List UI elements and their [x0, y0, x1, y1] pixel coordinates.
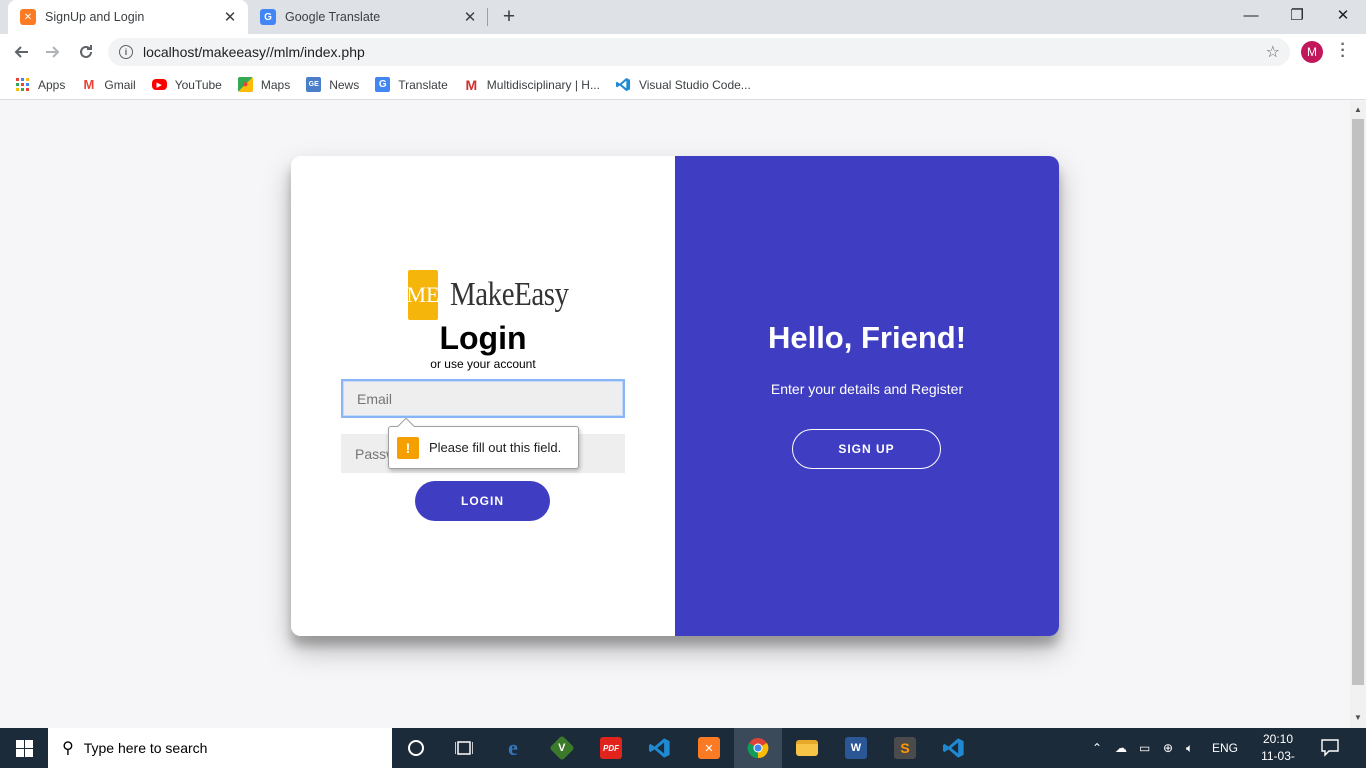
login-button[interactable]: LOGIN [415, 481, 550, 521]
close-tab-icon[interactable]: ✕ [462, 8, 478, 26]
clock-time: 20:10 [1262, 732, 1294, 746]
system-clock[interactable]: 20:10 11-03-2020 [1250, 731, 1306, 768]
bookmark-gmail[interactable]: M Gmail [81, 77, 135, 92]
windows-taskbar: ⚲ Type here to search e V PDF ✕ W S ⌃ ☁ … [0, 728, 1366, 768]
tab-title: Google Translate [285, 10, 381, 24]
apps-grid-icon [15, 77, 30, 92]
gmail-icon: M [83, 77, 95, 92]
bookmark-vscode[interactable]: Visual Studio Code... [615, 77, 751, 92]
scroll-up-arrow-icon[interactable]: ▲ [1354, 105, 1362, 114]
bookmark-maps[interactable]: ● Maps [237, 77, 291, 92]
tooltip-message: Please fill out this field. [429, 440, 562, 455]
scroll-down-arrow-icon[interactable]: ▼ [1354, 713, 1362, 722]
restore-button[interactable]: ❐ [1274, 0, 1320, 30]
logo-mark: ME [407, 270, 440, 320]
browser-toolbar: i localhost/makeeasy//mlm/index.php ☆ M … [0, 34, 1366, 70]
email-input[interactable]: Email [341, 379, 625, 418]
warning-icon: ! [397, 436, 419, 459]
scrollbar-thumb[interactable] [1352, 119, 1364, 685]
language-indicator[interactable]: ENG [1212, 728, 1238, 768]
close-tab-icon[interactable]: ✕ [222, 8, 238, 26]
signup-overlay-panel: Hello, Friend! Enter your details and Re… [675, 156, 1059, 636]
xampp-taskbar-icon[interactable]: ✕ [685, 728, 733, 768]
globe-icon[interactable]: ⊕ [1163, 728, 1173, 768]
close-window-button[interactable]: ✕ [1320, 0, 1366, 30]
search-placeholder: Type here to search [83, 740, 208, 756]
vertical-scrollbar[interactable]: ▲ ▼ [1350, 101, 1366, 728]
bookmark-apps[interactable]: Apps [15, 77, 65, 92]
volume-icon[interactable]: 🔈︎ [1186, 728, 1193, 768]
menu-kebab-icon[interactable]: · · · [1336, 37, 1350, 65]
back-arrow-icon[interactable] [9, 40, 33, 64]
word-icon[interactable]: W [832, 728, 880, 768]
tab-title: SignUp and Login [45, 10, 145, 24]
pdf-icon[interactable]: PDF [587, 728, 635, 768]
bookmark-translate[interactable]: G Translate [375, 77, 448, 92]
info-icon[interactable]: i [119, 45, 133, 59]
search-icon: ⚲ [62, 740, 74, 757]
news-icon: GE [306, 77, 322, 92]
google-translate-icon: G [260, 9, 276, 25]
address-bar[interactable]: i localhost/makeeasy//mlm/index.php ☆ [108, 38, 1290, 66]
bookmark-youtube[interactable]: ▶ YouTube [151, 77, 222, 92]
tray-chevron-icon[interactable]: ⌃ [1092, 728, 1102, 768]
bookmark-label: Apps [38, 77, 66, 92]
youtube-icon: ▶ [151, 79, 167, 90]
bookmarks-bar: Apps M Gmail ▶ YouTube ● Maps GE News G … [0, 70, 1366, 100]
bookmark-label: YouTube [174, 77, 222, 92]
tab-separator [487, 8, 488, 26]
battery-icon[interactable]: ▭ [1139, 728, 1150, 768]
taskbar-search-box[interactable]: ⚲ Type here to search [48, 728, 392, 768]
bookmark-label: Translate [398, 77, 448, 92]
vim-icon[interactable]: V [538, 728, 586, 768]
bookmark-label: Gmail [104, 77, 136, 92]
tab-strip: ✕ SignUp and Login ✕ G Google Translate … [0, 0, 1366, 34]
translate-icon: G [375, 77, 391, 92]
reload-icon[interactable] [74, 40, 98, 64]
start-button[interactable] [0, 728, 48, 768]
profile-avatar[interactable]: M [1301, 41, 1323, 63]
login-title: Login [439, 320, 527, 356]
vscode-second-taskbar-icon[interactable] [930, 728, 978, 768]
edge-icon[interactable]: e [489, 728, 537, 768]
overlay-text: Enter your details and Register [770, 381, 964, 397]
signup-button[interactable]: SIGN UP [792, 429, 941, 469]
clock-date: 11-03-2020 [1261, 749, 1295, 768]
vscode-taskbar-icon[interactable] [636, 728, 684, 768]
bookmark-news[interactable]: GE News [306, 77, 359, 92]
notification-center-icon[interactable] [1320, 737, 1344, 759]
url-text: localhost/makeeasy//mlm/index.php [143, 44, 365, 60]
new-tab-button[interactable]: + [498, 5, 520, 29]
makeeasy-logo: ME MakeEasy [407, 270, 590, 320]
auth-card: ME MakeEasy Login or use your account Em… [291, 156, 1059, 636]
windows-logo-icon [15, 739, 33, 757]
tab-signup-login[interactable]: ✕ SignUp and Login ✕ [8, 0, 248, 34]
network-status-icon[interactable]: ☁ [1115, 728, 1127, 768]
xampp-icon: ✕ [20, 9, 36, 25]
cortana-icon[interactable] [392, 728, 440, 768]
login-panel: ME MakeEasy Login or use your account Em… [291, 156, 675, 636]
bookmark-label: News [329, 77, 360, 92]
task-view-icon[interactable] [440, 728, 488, 768]
maps-icon: ● [237, 77, 253, 92]
sublime-text-icon[interactable]: S [881, 728, 929, 768]
tab-google-translate[interactable]: G Google Translate ✕ [248, 0, 488, 34]
bookmark-multidisciplinary[interactable]: M Multidisciplinary | H... [464, 76, 600, 93]
vscode-icon [615, 77, 631, 92]
validation-tooltip: ! Please fill out this field. [388, 417, 579, 469]
m-logo-icon: M [465, 76, 478, 93]
login-subtitle: or use your account [430, 357, 536, 371]
overlay-title: Hello, Friend! [767, 320, 967, 355]
bookmark-label: Visual Studio Code... [638, 77, 751, 92]
bookmark-label: Multidisciplinary | H... [486, 77, 600, 92]
bookmark-star-icon[interactable]: ☆ [1266, 42, 1280, 62]
logo-brand: MakeEasy [450, 276, 569, 313]
bookmark-label: Maps [260, 77, 291, 92]
chrome-icon[interactable] [734, 728, 782, 768]
minimize-button[interactable]: — [1228, 0, 1274, 30]
file-explorer-icon[interactable] [783, 728, 831, 768]
forward-arrow-icon[interactable] [41, 40, 65, 64]
